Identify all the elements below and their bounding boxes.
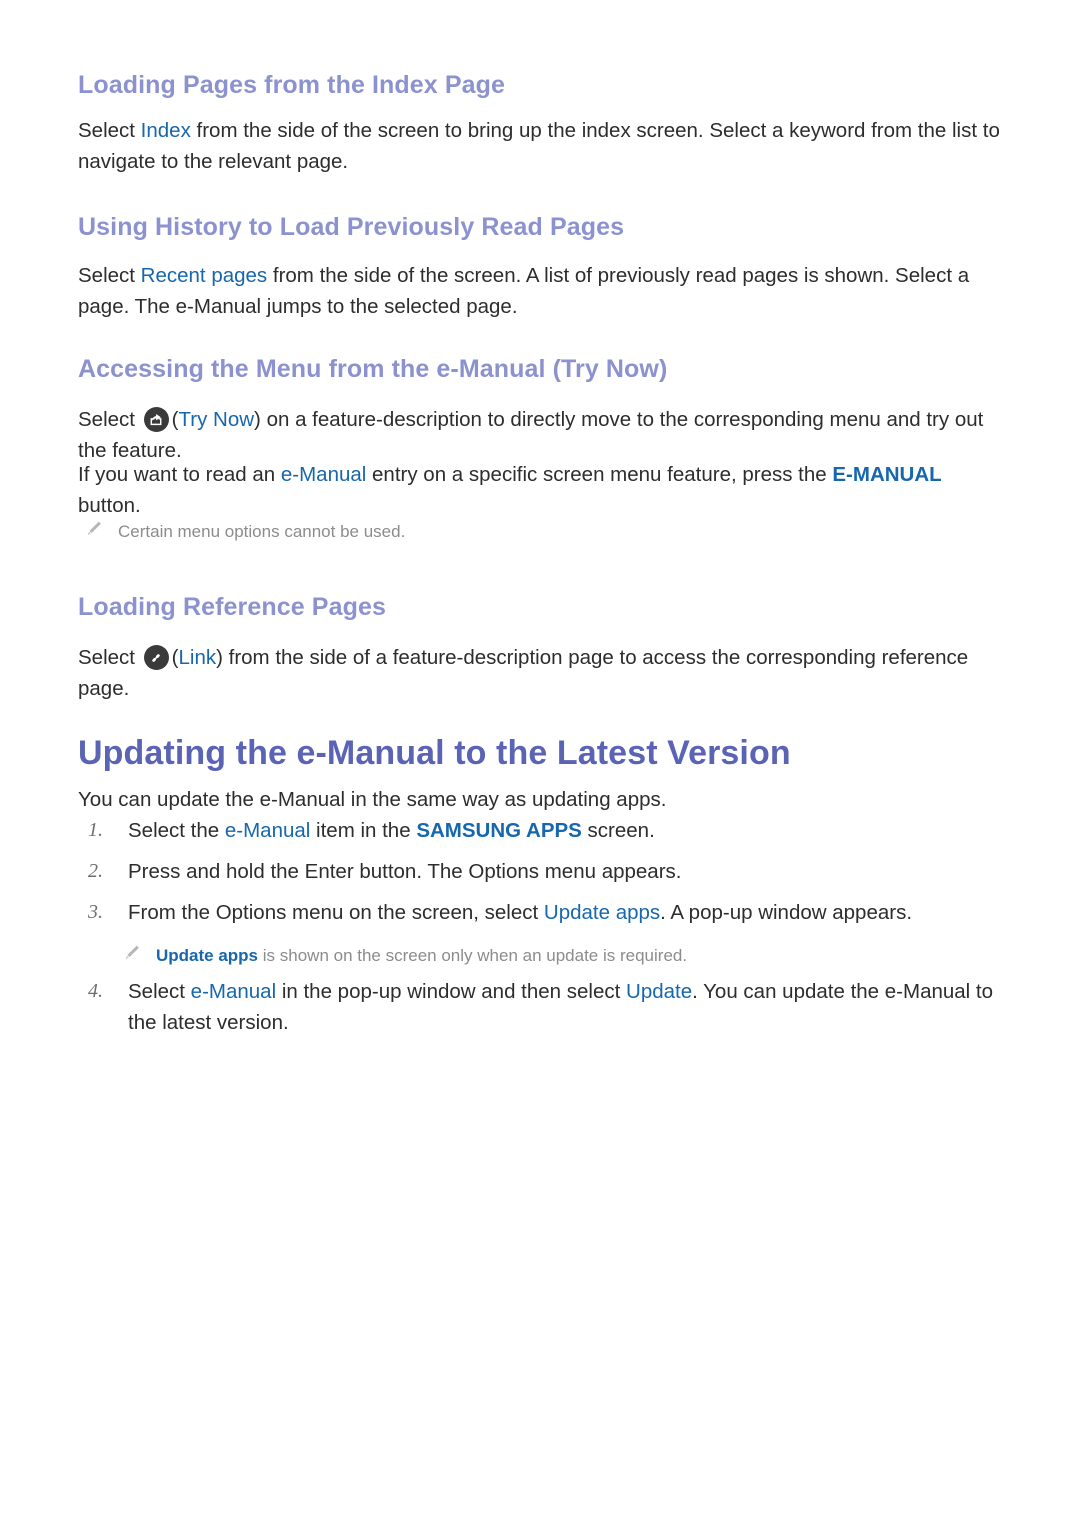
paragraph-using-history: Select Recent pages from the side of the… <box>78 260 1008 322</box>
list-item-text: Select the e-Manual item in the SAMSUNG … <box>128 815 655 846</box>
document-page: Loading Pages from the Index Page Select… <box>0 0 1080 1527</box>
list-item-step-4: 4. Select e-Manual in the pop-up window … <box>88 976 1023 1038</box>
list-number: 3. <box>88 901 103 923</box>
text-fragment: in the pop-up window and then select <box>276 980 627 1003</box>
text-fragment: If you want to read an <box>78 463 281 486</box>
link-index[interactable]: Index <box>141 119 191 142</box>
text-fragment: From the Options menu on the screen, sel… <box>128 901 544 924</box>
link-update-apps[interactable]: Update apps <box>156 946 258 965</box>
list-item-text: From the Options menu on the screen, sel… <box>128 897 912 928</box>
link-e-manual[interactable]: e-Manual <box>225 819 310 842</box>
note-certain-menu-options: Certain menu options cannot be used. <box>84 519 405 544</box>
text-fragment: button. <box>78 494 141 517</box>
text-fragment: . A pop-up window appears. <box>660 901 913 924</box>
text-fragment: ( <box>171 646 179 669</box>
pencil-icon <box>84 519 104 539</box>
note-text: Certain menu options cannot be used. <box>118 522 406 541</box>
paragraph-try-now: Select (Try Now) on a feature-descriptio… <box>78 404 1008 466</box>
heading-loading-pages-index: Loading Pages from the Index Page <box>78 71 505 99</box>
note-update-apps: Update apps is shown on the screen only … <box>122 943 687 968</box>
text-fragment: Press and hold the Enter button. The Opt… <box>128 860 682 883</box>
share-export-icon[interactable] <box>143 407 169 432</box>
chain-link-icon[interactable] <box>143 645 169 670</box>
text-fragment: item in the <box>310 819 417 842</box>
text-fragment: Select <box>78 646 141 669</box>
link-update-apps[interactable]: Update apps <box>544 901 660 924</box>
text-fragment: is shown on the screen only when an upda… <box>258 946 688 965</box>
heading-accessing-menu: Accessing the Menu from the e-Manual (Tr… <box>78 355 668 383</box>
list-item-text: Select e-Manual in the pop-up window and… <box>128 976 1023 1038</box>
text-fragment: Select the <box>128 819 225 842</box>
text-fragment: from the side of the screen to bring up … <box>78 119 1000 173</box>
link-update[interactable]: Update <box>626 980 692 1003</box>
note-text: Update apps is shown on the screen only … <box>156 943 687 968</box>
paragraph-update-intro: You can update the e-Manual in the same … <box>78 788 667 811</box>
heading-loading-reference-pages: Loading Reference Pages <box>78 593 386 621</box>
text-fragment: Select <box>78 264 141 287</box>
link-samsung-apps[interactable]: SAMSUNG APPS <box>416 819 582 842</box>
link-e-manual[interactable]: e-Manual <box>281 463 366 486</box>
paragraph-emanual-button: If you want to read an e-Manual entry on… <box>78 459 1008 521</box>
list-number: 1. <box>88 819 103 841</box>
link-e-manual[interactable]: e-Manual <box>191 980 276 1003</box>
link-recent-pages[interactable]: Recent pages <box>141 264 268 287</box>
link-e-manual-button[interactable]: E-MANUAL <box>832 463 941 486</box>
paragraph-loading-pages-index: Select Index from the side of the screen… <box>78 115 1008 177</box>
list-item-step-1: 1. Select the e-Manual item in the SAMSU… <box>88 815 655 846</box>
text-fragment: Select <box>78 408 141 431</box>
list-item-step-2: 2. Press and hold the Enter button. The … <box>88 856 681 887</box>
list-number: 4. <box>88 980 103 1002</box>
page-title: Updating the e-Manual to the Latest Vers… <box>78 734 791 772</box>
list-number: 2. <box>88 860 103 882</box>
text-fragment: ( <box>171 408 179 431</box>
list-item-step-3: 3. From the Options menu on the screen, … <box>88 897 912 928</box>
paragraph-loading-reference-pages: Select (Link) from the side of a feature… <box>78 642 1008 704</box>
text-fragment: Select <box>128 980 191 1003</box>
link-link[interactable]: Link <box>179 646 217 669</box>
list-item-text: Press and hold the Enter button. The Opt… <box>128 856 681 887</box>
link-try-now[interactable]: Try Now <box>179 408 255 431</box>
pencil-icon <box>122 943 142 963</box>
text-fragment: Select <box>78 119 141 142</box>
text-fragment: entry on a specific screen menu feature,… <box>366 463 833 486</box>
text-fragment: screen. <box>581 819 655 842</box>
heading-using-history: Using History to Load Previously Read Pa… <box>78 213 625 241</box>
